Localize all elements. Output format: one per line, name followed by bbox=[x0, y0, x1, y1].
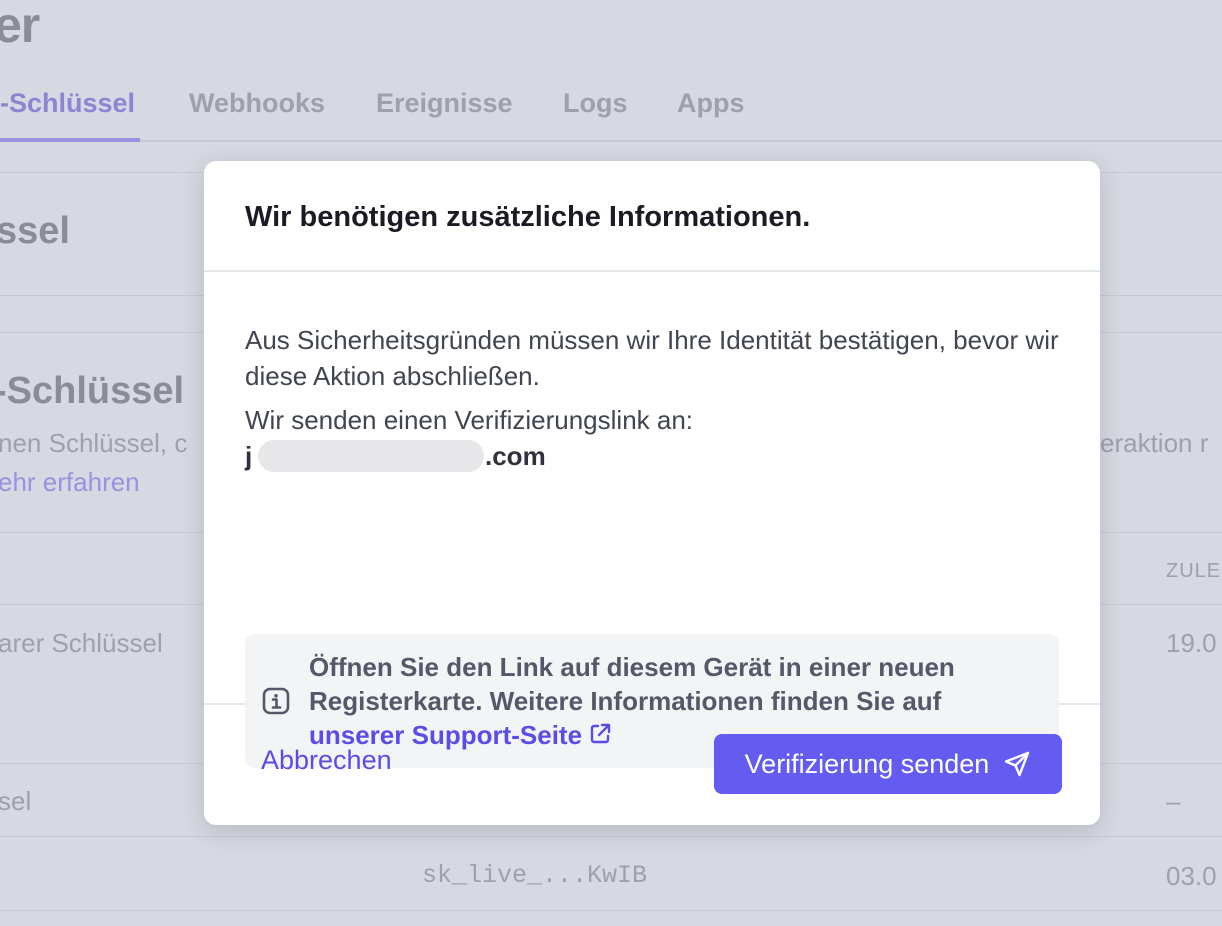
dialog-header: Wir benötigen zusätzliche Informationen. bbox=[204, 161, 1100, 272]
learn-more-link[interactable]: ehr erfahren bbox=[0, 467, 140, 498]
divider bbox=[0, 836, 1222, 837]
table-row-date: – bbox=[1166, 786, 1181, 816]
subsection-title: -Schlüssel bbox=[0, 370, 185, 412]
page-title: er bbox=[0, 0, 40, 53]
cancel-button[interactable]: Abbrechen bbox=[261, 745, 392, 776]
send-verification-label: Verifizierung senden bbox=[744, 748, 990, 779]
active-tab-indicator bbox=[0, 138, 140, 142]
table-row-name: sel bbox=[0, 786, 32, 816]
send-to-label: Wir senden einen Verifizierungslink an: bbox=[245, 405, 694, 435]
dialog-title: Wir benötigen zusätzliche Informationen. bbox=[245, 201, 811, 233]
paper-plane-icon bbox=[1005, 751, 1030, 777]
tab-apps[interactable]: Apps bbox=[677, 88, 745, 119]
tab-events[interactable]: Ereignisse bbox=[376, 88, 513, 119]
verification-dialog: Wir benötigen zusätzliche Informationen.… bbox=[204, 161, 1100, 825]
email-redaction bbox=[258, 440, 484, 472]
tab-logs[interactable]: Logs bbox=[563, 88, 628, 119]
email-prefix: j bbox=[245, 441, 253, 471]
tab-webhooks[interactable]: Webhooks bbox=[189, 88, 325, 119]
table-row-date: 03.0 bbox=[1166, 861, 1217, 891]
tab-bar: -Schlüssel Webhooks Ereignisse Logs Apps bbox=[0, 86, 1222, 142]
divider bbox=[0, 910, 1222, 911]
column-header-last-used: ZULE bbox=[1166, 560, 1222, 582]
section-title: ssel bbox=[0, 210, 70, 252]
email-suffix: .com bbox=[485, 441, 546, 471]
table-row-date: 19.0 bbox=[1166, 628, 1217, 658]
secret-key-value: sk_live_...KwIB bbox=[422, 861, 648, 890]
security-explanation: Aus Sicherheitsgründen müssen wir Ihre I… bbox=[245, 325, 1059, 391]
dialog-footer: Abbrechen Verifizierung senden bbox=[204, 705, 1100, 825]
dialog-body: Aus Sicherheitsgründen müssen wir Ihre I… bbox=[204, 272, 1100, 768]
section-description-right: eraktion r bbox=[1100, 428, 1209, 458]
send-verification-button[interactable]: Verifizierung senden bbox=[714, 734, 1062, 794]
email-address: j .com bbox=[245, 438, 1059, 474]
table-row-name: arer Schlüssel bbox=[0, 628, 163, 658]
tab-api-keys[interactable]: -Schlüssel bbox=[0, 88, 135, 119]
section-description: nen Schlüssel, c bbox=[0, 428, 188, 458]
